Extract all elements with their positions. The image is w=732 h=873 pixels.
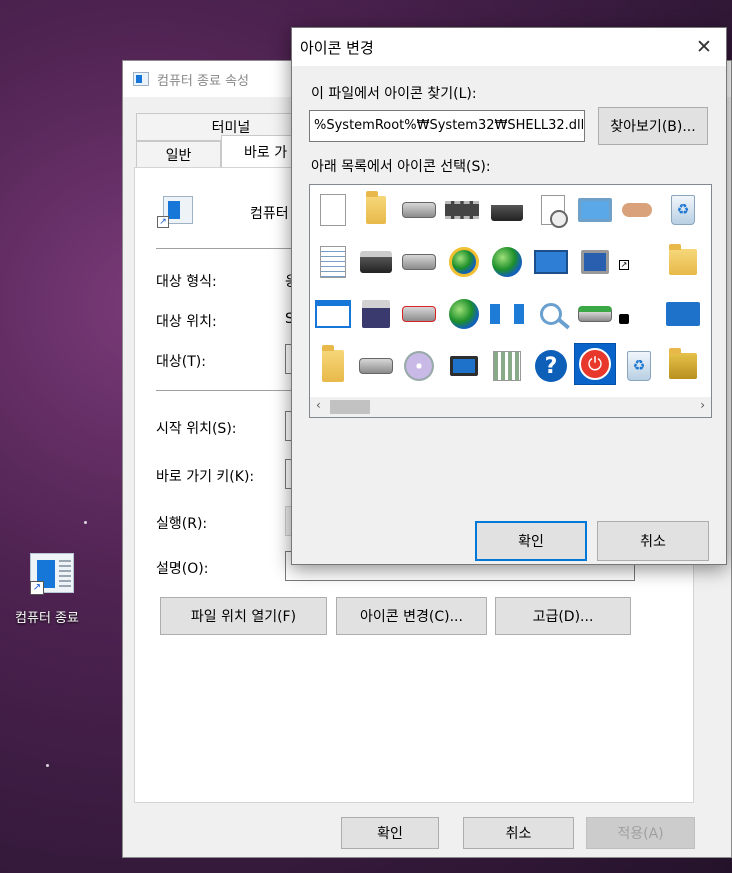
comment-label: 설명(O): (156, 561, 209, 577)
tab-shortcut[interactable]: 바로 가 (221, 135, 301, 169)
shared-folder-icon[interactable] (662, 241, 704, 283)
shutdown-shortcut-icon: ↗ (22, 553, 74, 599)
clock-document-icon[interactable] (532, 189, 574, 231)
text-document-icon[interactable] (312, 241, 354, 283)
shortcut-app-icon (133, 72, 149, 86)
change-icon-button[interactable]: 아이콘 변경(C)... (336, 597, 487, 635)
change-icon-titlebar[interactable]: 아이콘 변경 ✕ (292, 28, 726, 66)
change-icon-title: 아이콘 변경 (300, 38, 374, 57)
display-icon[interactable] (574, 189, 616, 231)
change-icon-ok-button[interactable]: 확인 (475, 521, 587, 561)
star-decoration (46, 764, 49, 767)
power-icon[interactable]: ⏻ (574, 343, 616, 385)
star-decoration (84, 521, 87, 524)
scroll-right-icon[interactable]: › (700, 398, 705, 412)
globe-mouse-icon[interactable] (443, 293, 485, 335)
shortcut-key-label: 바로 가기 키(K): (156, 469, 255, 485)
display-settings-icon[interactable] (574, 241, 616, 283)
props-ok-button[interactable]: 확인 (341, 817, 439, 849)
icon-file-path-input[interactable]: %SystemRoot%₩System32₩SHELL32.dll (309, 110, 585, 142)
scrollbar-thumb[interactable] (330, 400, 370, 414)
recycle-bin-empty-icon[interactable]: ♻ (618, 345, 660, 387)
change-icon-dialog: 아이콘 변경 ✕ 이 파일에서 아이콘 찾기(L): %SystemRoot%₩… (291, 27, 727, 565)
green-arrow-drive-icon[interactable] (574, 293, 616, 335)
desktop-shortcut-shutdown[interactable]: ↗ 컴퓨터 종료 (4, 553, 90, 626)
recent-clock-icon[interactable] (614, 309, 634, 329)
control-panel-icon[interactable] (530, 241, 572, 283)
desktop-shortcut-label: 컴퓨터 종료 (15, 611, 79, 626)
tab-general[interactable]: 일반 (136, 141, 221, 169)
change-icon-cancel-button[interactable]: 취소 (597, 521, 709, 561)
cd-drive-icon[interactable] (398, 345, 440, 387)
advanced-button[interactable]: 고급(D)... (495, 597, 631, 635)
shortcut-large-icon: ↗ (157, 196, 195, 230)
target-location-label: 대상 위치: (156, 314, 217, 330)
document-icon[interactable] (312, 189, 354, 231)
network-drive-icon[interactable] (398, 241, 440, 283)
open-file-location-button[interactable]: 파일 위치 열기(F) (160, 597, 327, 635)
props-apply-button[interactable]: 적용(A) (586, 817, 695, 849)
find-icons-label: 이 파일에서 아이콘 찾기(L): (311, 86, 477, 102)
props-title: 컴퓨터 종료 속성 (157, 73, 249, 89)
drive-network-icon[interactable] (355, 241, 397, 283)
recycle-bin-icon[interactable]: ♻ (662, 189, 704, 231)
grid-folder-icon[interactable] (486, 345, 528, 387)
props-cancel-button[interactable]: 취소 (463, 817, 574, 849)
shortcut-arrow-icon[interactable]: ↗ (614, 255, 634, 275)
sharing-hand-icon[interactable] (616, 189, 658, 231)
folder-tall-icon[interactable] (312, 345, 354, 387)
search-icon[interactable] (530, 293, 572, 335)
select-icon-label: 아래 목록에서 아이콘 선택(S): (311, 159, 491, 175)
drive-icon[interactable] (398, 189, 440, 231)
removable-drive-icon[interactable] (355, 345, 397, 387)
target-label: 대상(T): (156, 354, 206, 370)
internet-globe-icon[interactable] (486, 241, 528, 283)
run-label: 실행(R): (156, 516, 208, 532)
disconnected-drive-icon[interactable] (398, 293, 440, 335)
folder-icon[interactable] (355, 189, 397, 231)
floppy-icon[interactable] (355, 293, 397, 335)
network-icon[interactable] (486, 293, 528, 335)
icon-list[interactable]: ♻ ↗ ? ⏻ ♻ ‹ › (309, 184, 712, 418)
printer-icon[interactable] (486, 189, 528, 231)
close-icon[interactable]: ✕ (694, 36, 714, 58)
target-type-label: 대상 형식: (156, 274, 217, 290)
start-in-label: 시작 위치(S): (156, 421, 237, 437)
memory-chip-icon[interactable] (441, 189, 483, 231)
shortcut-name: 컴퓨터 (250, 206, 289, 222)
tools-folder-icon[interactable] (662, 345, 704, 387)
help-icon[interactable]: ? (530, 345, 572, 387)
application-window-icon[interactable] (312, 293, 354, 335)
desktop-blue-icon[interactable] (662, 293, 704, 335)
computer-icon[interactable] (443, 345, 485, 387)
browse-button[interactable]: 찾아보기(B)... (598, 107, 708, 145)
icon-list-scrollbar[interactable]: ‹ › (310, 397, 711, 417)
globe-ie-icon[interactable] (443, 241, 485, 283)
scroll-left-icon[interactable]: ‹ (316, 398, 321, 412)
